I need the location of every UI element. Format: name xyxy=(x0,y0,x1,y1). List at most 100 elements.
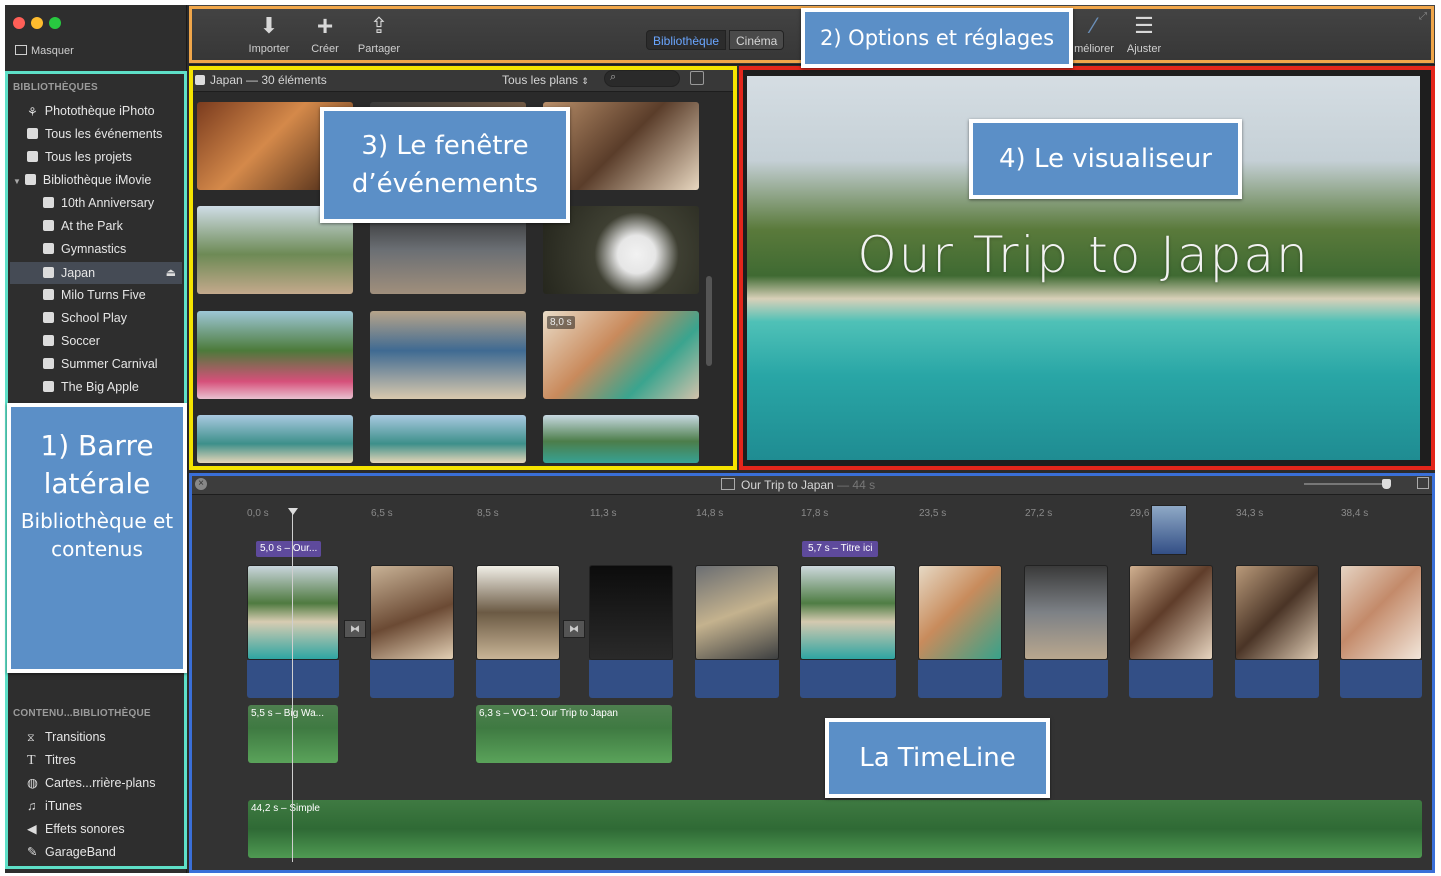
timeline-video-clip[interactable] xyxy=(589,565,673,660)
content-library-header: CONTENU...BIBLIOTHÈQUE xyxy=(13,708,151,719)
guitar-icon: ✎ xyxy=(27,845,38,859)
sidebar-item-imovie-library[interactable]: ▼ Bibliothèque iMovie xyxy=(13,169,151,191)
updown-chevron-icon: ⇕ xyxy=(581,76,589,86)
time-tick: 0,0 s xyxy=(247,508,269,519)
titles-icon: T xyxy=(27,753,36,768)
viewer-title-text: Our Trip to Japan xyxy=(857,226,1310,284)
time-tick: 29,6 xyxy=(1130,508,1150,519)
sidebar-event-school-play[interactable]: School Play xyxy=(43,307,127,329)
filmstrip-icon xyxy=(721,478,735,490)
audio-clip[interactable]: 5,5 s – Big Wa... xyxy=(248,705,338,763)
event-title: Japan — 30 éléments xyxy=(195,73,327,87)
share-button[interactable]: ⇪ Partager xyxy=(349,13,409,55)
sidebar-item-maps-backgrounds[interactable]: ◍ Cartes...rrière-plans xyxy=(27,772,155,794)
tab-cinema[interactable]: Cinéma xyxy=(729,30,785,50)
plus-icon: + xyxy=(316,10,334,41)
star-event-icon xyxy=(27,128,38,139)
timeline-video-clip[interactable] xyxy=(695,565,779,660)
clip-audio-waveform xyxy=(476,660,560,698)
sidebar-event-gymnastics[interactable]: Gymnastics xyxy=(43,238,126,260)
event-clip-thumbnail[interactable] xyxy=(197,311,353,399)
star-event-icon xyxy=(43,197,54,208)
timeline-settings-icon[interactable] xyxy=(1417,477,1429,489)
zoom-window-button[interactable] xyxy=(49,17,61,29)
timeline-video-clip[interactable] xyxy=(1024,565,1108,660)
clip-audio-waveform xyxy=(800,660,896,698)
sidebar-item-all-projects[interactable]: Tous les projets xyxy=(27,146,132,168)
timeline-video-clip[interactable] xyxy=(1235,565,1319,660)
sidebar-event-milo-turns-five[interactable]: Milo Turns Five xyxy=(43,284,146,306)
minimize-window-button[interactable] xyxy=(31,17,43,29)
timeline-video-clip[interactable] xyxy=(247,565,339,660)
star-event-icon xyxy=(43,267,54,278)
title-clip[interactable]: 5,0 s – Our... xyxy=(256,541,322,557)
search-field[interactable]: ⌕ xyxy=(604,70,680,87)
clip-audio-waveform xyxy=(695,660,779,698)
eject-icon[interactable]: ⏏ xyxy=(166,262,176,284)
zoom-slider-knob[interactable] xyxy=(1382,479,1391,489)
timeline-video-clip[interactable] xyxy=(1129,565,1213,660)
sidebar-item-titles[interactable]: T Titres xyxy=(27,749,76,771)
disclosure-triangle-icon: ▼ xyxy=(13,177,21,186)
sidebar-item-transitions[interactable]: ⧖ Transitions xyxy=(27,726,106,748)
clip-audio-waveform xyxy=(1129,660,1213,698)
callout-sidebar-title: 1) Barre latérale xyxy=(40,429,154,500)
playhead-marker-icon[interactable] xyxy=(288,508,298,515)
clip-filter-dropdown[interactable]: Tous les plans ⇕ xyxy=(502,73,589,87)
transition-icon[interactable]: ⧓ xyxy=(344,620,366,638)
sidebar-event-japan[interactable]: Japan ⏏ xyxy=(10,262,182,284)
playhead[interactable] xyxy=(292,512,293,862)
transition-icon[interactable]: ⧓ xyxy=(563,620,585,638)
sidebar-item-itunes[interactable]: ♫ iTunes xyxy=(27,795,82,817)
sidebar-event-10th-anniversary[interactable]: 10th Anniversary xyxy=(43,192,154,214)
sidebar-item-iphoto[interactable]: ⚘ Photothèque iPhoto xyxy=(27,100,155,122)
timeline-video-clip[interactable] xyxy=(1340,565,1422,660)
libraries-header: BIBLIOTHÈQUES xyxy=(13,82,98,93)
clip-appearance-icon[interactable] xyxy=(690,71,704,85)
adjust-button[interactable]: ☰ Ajuster xyxy=(1114,13,1174,55)
import-button[interactable]: ⬇ Importer xyxy=(239,13,299,55)
event-clip-thumbnail[interactable] xyxy=(543,415,699,463)
sidebar-event-the-big-apple[interactable]: The Big Apple xyxy=(43,376,139,398)
clip-audio-waveform xyxy=(1235,660,1319,698)
star-event-icon xyxy=(43,335,54,346)
event-clip-thumbnail[interactable] xyxy=(197,415,353,463)
title-clip[interactable]: 5,7 s – Titre ici xyxy=(802,541,879,557)
timeline-video-clip[interactable] xyxy=(800,565,896,660)
tab-library[interactable]: Bibliothèque xyxy=(646,30,727,50)
transitions-icon: ⧖ xyxy=(27,732,35,744)
clip-audio-waveform xyxy=(589,660,673,698)
sidebar-item-all-events[interactable]: Tous les événements xyxy=(27,123,162,145)
sidebar-item-sound-effects[interactable]: ◀ Effets sonores xyxy=(27,818,125,840)
sidebar-event-summer-carnival[interactable]: Summer Carnival xyxy=(43,353,158,375)
iphoto-icon: ⚘ xyxy=(27,105,38,119)
fullscreen-icon[interactable]: ⤢ xyxy=(1419,11,1427,22)
cutaway-clip[interactable] xyxy=(1151,505,1187,555)
timeline-video-clip[interactable] xyxy=(918,565,1002,660)
timeline-video-clip[interactable] xyxy=(476,565,560,660)
callout-viewer: 4) Le visualiseur xyxy=(969,119,1242,199)
zoom-slider[interactable] xyxy=(1304,483,1384,485)
voiceover-clip[interactable]: 6,3 s – VO-1: Our Trip to Japan xyxy=(476,705,672,763)
close-icon[interactable]: × xyxy=(195,478,207,490)
clip-audio-waveform xyxy=(1024,660,1108,698)
clip-audio-waveform xyxy=(370,660,454,698)
hide-sidebar-button[interactable]: Masquer xyxy=(15,45,74,57)
create-button[interactable]: + Créer xyxy=(295,10,355,56)
sidebar-event-at-the-park[interactable]: At the Park xyxy=(43,215,123,237)
event-browser-scrollbar[interactable] xyxy=(706,276,712,366)
close-window-button[interactable] xyxy=(13,17,25,29)
grid-library-icon xyxy=(24,174,36,185)
clip-audio-waveform xyxy=(918,660,1002,698)
background-music-clip[interactable]: 44,2 s – Simple xyxy=(248,800,1422,858)
magic-wand-icon: ⁄ xyxy=(1092,13,1096,38)
event-clip-thumbnail[interactable] xyxy=(370,311,526,399)
event-clip-thumbnail[interactable] xyxy=(370,415,526,463)
time-tick: 17,8 s xyxy=(801,508,829,519)
clip-audio-waveform xyxy=(1340,660,1422,698)
sidebar-event-soccer[interactable]: Soccer xyxy=(43,330,100,352)
sidebar-item-garageband[interactable]: ✎ GarageBand xyxy=(27,841,116,863)
sidebar-toggle-icon xyxy=(15,45,27,55)
timeline-video-clip[interactable] xyxy=(370,565,454,660)
time-tick: 23,5 s xyxy=(919,508,947,519)
